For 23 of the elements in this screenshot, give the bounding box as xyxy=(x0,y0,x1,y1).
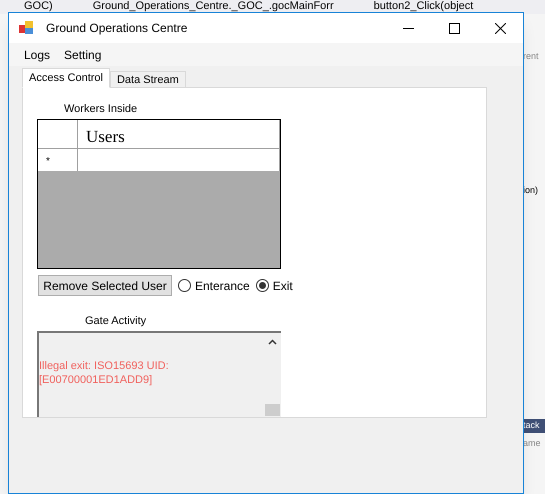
column-header: Users xyxy=(78,120,280,148)
menu-item[interactable]: Setting xyxy=(57,46,108,64)
close-icon xyxy=(494,22,506,34)
window-title: Ground Operations Centre xyxy=(46,20,188,37)
scroll-up-icon[interactable] xyxy=(268,339,277,345)
editor-tab[interactable]: button2_Click(object xyxy=(350,0,474,14)
gate-activity-label: Gate Activity xyxy=(85,315,148,328)
editor-text: ame xyxy=(523,436,542,450)
editor-tab[interactable]: GOC) xyxy=(0,0,53,14)
remove-selected-user-button[interactable]: Remove Selected User xyxy=(38,275,172,296)
scroll-thumb[interactable] xyxy=(265,404,280,416)
app-icon xyxy=(18,20,34,36)
radio-button[interactable] xyxy=(178,279,191,292)
radio-label: Exit xyxy=(272,278,293,294)
tab[interactable]: Data Stream xyxy=(110,71,186,88)
radio-label: Enterance xyxy=(195,278,250,294)
radio-button[interactable] xyxy=(256,279,269,292)
menu-item[interactable]: Logs xyxy=(17,46,58,64)
log-text: Illegal exit: ISO15693 UID: [E00700001ED1ADD9] xyxy=(39,359,170,388)
tab[interactable]: Access Control xyxy=(22,68,110,88)
maximize-icon xyxy=(448,22,460,34)
editor-tab[interactable]: Ground_Operations_Centre._GOC_.gocMainForr xyxy=(68,0,334,14)
workers-label: Workers Inside xyxy=(64,103,138,116)
